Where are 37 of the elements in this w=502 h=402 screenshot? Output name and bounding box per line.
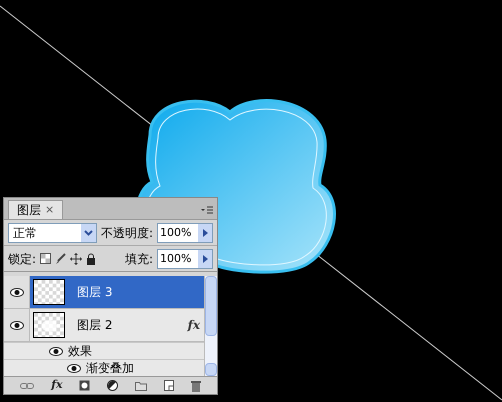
adjustment-icon[interactable] <box>107 380 118 391</box>
folder-icon[interactable] <box>134 380 147 390</box>
move-icon[interactable] <box>70 252 82 264</box>
trash-icon[interactable] <box>190 380 201 392</box>
layer-row[interactable]: 图层 2 fx <box>30 309 204 341</box>
lock-icon[interactable] <box>86 252 96 264</box>
visibility-toggle[interactable] <box>4 276 30 308</box>
blend-mode-dropdown[interactable]: 正常 <box>8 222 97 242</box>
effect-label[interactable]: 渐变叠加 <box>86 359 134 376</box>
layer-name: 图层 3 <box>77 284 112 301</box>
eye-icon <box>49 346 63 356</box>
fx-label: fx <box>188 317 200 334</box>
layers-tab[interactable]: 图层 × <box>8 200 64 219</box>
eye-icon <box>10 320 24 330</box>
mask-icon[interactable] <box>79 380 90 391</box>
fill-label: 填充: <box>124 250 153 268</box>
layer-row[interactable]: 图层 3 <box>30 276 204 308</box>
lock-label: 锁定: <box>8 250 36 268</box>
effect-label[interactable]: 效果 <box>68 342 92 360</box>
layer-name: 图层 2 <box>77 317 112 334</box>
brush-icon[interactable] <box>55 252 66 264</box>
effect-row[interactable]: 渐变叠加 <box>4 359 204 376</box>
eye-icon <box>67 364 81 372</box>
opacity-label: 不透明度: <box>100 224 153 242</box>
new-layer-icon[interactable] <box>164 380 174 391</box>
layer-thumbnail <box>33 312 65 338</box>
lock-transparency-icon[interactable] <box>40 253 52 264</box>
eye-icon <box>10 288 24 296</box>
effect-row[interactable]: 效果 <box>4 342 204 359</box>
chevron-down-icon <box>84 230 93 236</box>
fx-button[interactable]: fx <box>51 377 63 394</box>
menu-icon[interactable] <box>201 206 213 214</box>
visibility-toggle[interactable] <box>4 309 30 341</box>
close-button[interactable]: × <box>45 202 54 218</box>
scrollbar[interactable] <box>204 276 217 376</box>
link-icon[interactable] <box>20 382 34 390</box>
layer-thumbnail <box>33 279 65 305</box>
